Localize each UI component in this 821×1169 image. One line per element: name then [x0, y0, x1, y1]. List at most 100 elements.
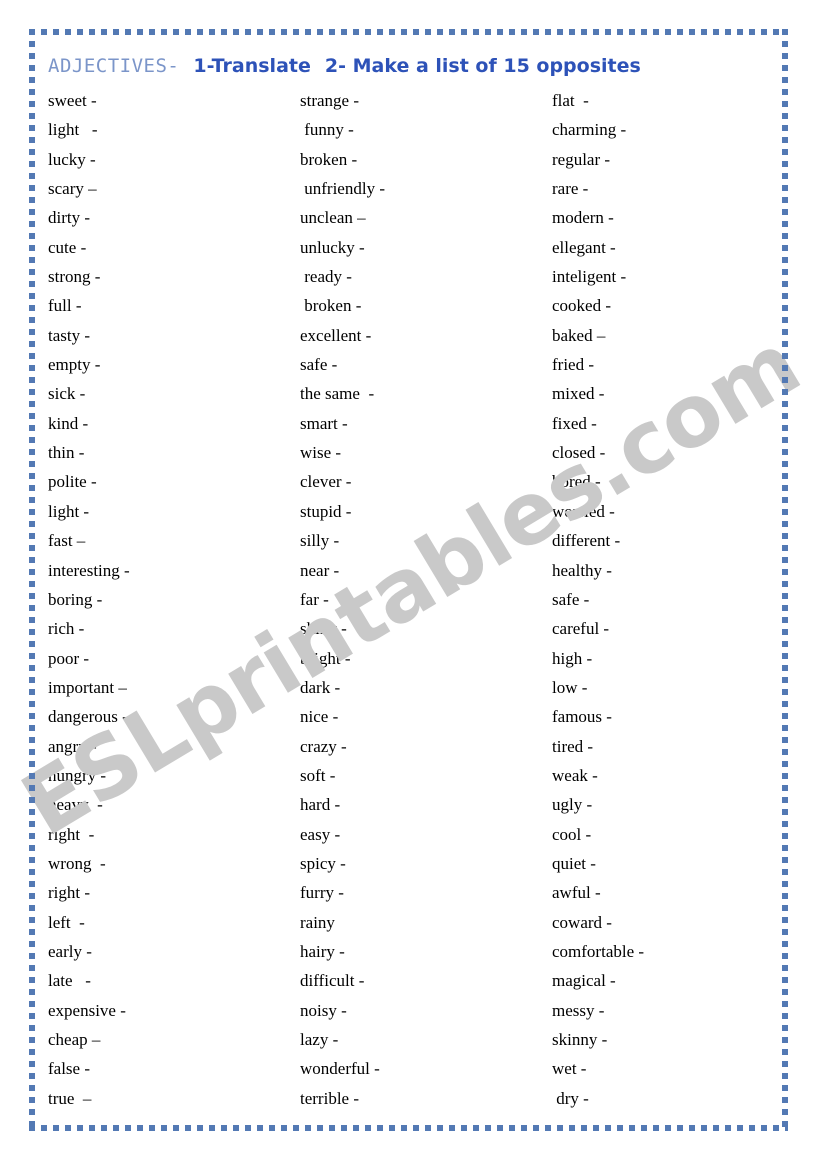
adjective-item: safe -	[552, 589, 590, 609]
adjective-item: stupid -	[300, 501, 352, 521]
adjective-item: sweet -	[48, 91, 97, 110]
adjective-item: cool -	[552, 824, 592, 844]
adjective-item: fixed -	[552, 413, 597, 433]
adjective-item: empty -	[48, 355, 101, 375]
adjective-item: wet -	[552, 1059, 587, 1079]
adjective-item: unfriendly -	[300, 179, 385, 199]
title-heading-adjectives: ADJECTIVES-	[48, 55, 180, 77]
adjective-item: worried -	[552, 501, 615, 521]
adjective-item: kind -	[48, 413, 89, 433]
adjective-item: strong -	[48, 267, 101, 287]
adjective-item: terrible -	[300, 1088, 359, 1108]
adjective-item: regular -	[552, 149, 611, 169]
adjective-item: difficult -	[300, 971, 365, 991]
adjective-item: wonderful -	[300, 1059, 380, 1079]
adjective-item: quiet -	[552, 853, 596, 873]
adjective-item: skinny -	[552, 1030, 608, 1049]
adjective-item: charming -	[552, 120, 627, 140]
adjective-item: awful -	[552, 883, 601, 903]
adjective-item: polite -	[48, 472, 97, 492]
adjective-item: the same -	[300, 384, 375, 404]
adjective-item: broken -	[300, 149, 358, 169]
adjective-item: rainy	[300, 912, 335, 932]
adjective-item: lazy -	[300, 1030, 339, 1049]
adjective-item: magical -	[552, 971, 616, 991]
adjective-item: famous -	[552, 707, 612, 727]
adjective-item: poor -	[48, 648, 90, 668]
adjective-item: noisy -	[300, 1000, 347, 1020]
adjective-item: hard -	[300, 795, 341, 815]
adjective-item: weak -	[552, 765, 598, 785]
adjective-item: ready -	[300, 267, 352, 287]
adjective-column-3: flat - charming - regular - rare - modern - e…	[550, 86, 780, 1113]
adjective-item: hungry -	[48, 765, 107, 785]
adjective-column-1: sweet - light - lucky - scary – dirty - cute …	[48, 86, 278, 1113]
adjective-item: expensive -	[48, 1000, 126, 1020]
adjective-item: light -	[48, 501, 90, 521]
adjective-item: flat -	[552, 91, 589, 110]
adjective-item: bored -	[552, 472, 601, 492]
adjective-item: unclean –	[300, 208, 366, 228]
adjective-item: high -	[552, 648, 593, 668]
adjective-item: safe -	[300, 355, 338, 375]
adjective-item: nice -	[300, 707, 339, 727]
adjective-item: tasty -	[48, 325, 91, 345]
adjective-item: comfortable -	[552, 941, 645, 961]
adjective-item: different -	[552, 531, 621, 551]
adjective-item: rare -	[552, 179, 589, 199]
adjective-item: careful -	[552, 619, 610, 639]
adjective-item: wrong -	[48, 853, 106, 873]
adjective-item: sick -	[48, 384, 86, 404]
adjective-item: right -	[48, 824, 95, 844]
adjective-item: baked –	[552, 325, 606, 345]
adjective-item: fast –	[48, 531, 86, 551]
adjective-item: right -	[48, 883, 91, 903]
adjective-item: modern -	[552, 208, 614, 228]
adjective-item: furry -	[300, 883, 344, 903]
adjective-item: full -	[48, 296, 82, 316]
adjective-item: lucky -	[48, 149, 96, 169]
adjective-item: dark -	[300, 677, 341, 697]
adjective-item: rich -	[48, 619, 85, 639]
adjective-item: soft -	[300, 765, 336, 785]
adjective-item: early -	[48, 941, 92, 961]
adjective-item: boring -	[48, 589, 103, 609]
adjective-item: cheap –	[48, 1030, 101, 1049]
adjective-item: light -	[48, 120, 98, 140]
adjective-item: ellegant -	[552, 237, 616, 257]
adjective-item: healthy -	[552, 560, 612, 580]
adjective-item: interesting -	[48, 560, 130, 580]
adjective-item: tired -	[552, 736, 594, 756]
adjective-item: far -	[300, 589, 329, 609]
adjective-item: thin -	[48, 443, 85, 463]
adjective-item: messy -	[552, 1000, 605, 1020]
adjective-item: broken -	[300, 296, 362, 316]
adjective-item: dangerous -	[48, 707, 128, 727]
adjective-item: cute -	[48, 237, 87, 257]
adjective-item: excellent -	[300, 325, 372, 345]
adjective-item: fried -	[552, 355, 595, 375]
adjective-item: silly -	[300, 531, 340, 551]
adjective-item: left -	[48, 912, 85, 932]
adjective-item: shiny -	[300, 619, 347, 639]
adjective-item: unlucky -	[300, 237, 365, 257]
worksheet-page: ADJECTIVES- 1-Translate 2- Make a list of …	[0, 0, 821, 1169]
title-task-opposites: 2- Make a list of 15 opposites	[324, 55, 641, 77]
adjective-item: ugly -	[552, 795, 593, 815]
adjective-item: important –	[48, 677, 127, 697]
page-title: ADJECTIVES- 1-Translate 2- Make a list of …	[48, 52, 641, 79]
adjective-item: crazy -	[300, 736, 347, 756]
adjective-item: inteligent -	[552, 267, 627, 287]
adjective-item: cooked -	[552, 296, 612, 316]
adjective-item: easy -	[300, 824, 341, 844]
adjective-item: bright -	[300, 648, 351, 668]
adjective-item: scary –	[48, 179, 97, 199]
adjective-item: coward -	[552, 912, 612, 932]
adjective-item: late -	[48, 971, 91, 991]
adjective-item: smart -	[300, 413, 348, 433]
adjective-item: heavy -	[48, 795, 103, 815]
adjective-item: closed -	[552, 443, 606, 463]
adjective-item: dry -	[552, 1088, 589, 1108]
adjective-item: near -	[300, 560, 340, 580]
adjective-item: mixed -	[552, 384, 605, 404]
